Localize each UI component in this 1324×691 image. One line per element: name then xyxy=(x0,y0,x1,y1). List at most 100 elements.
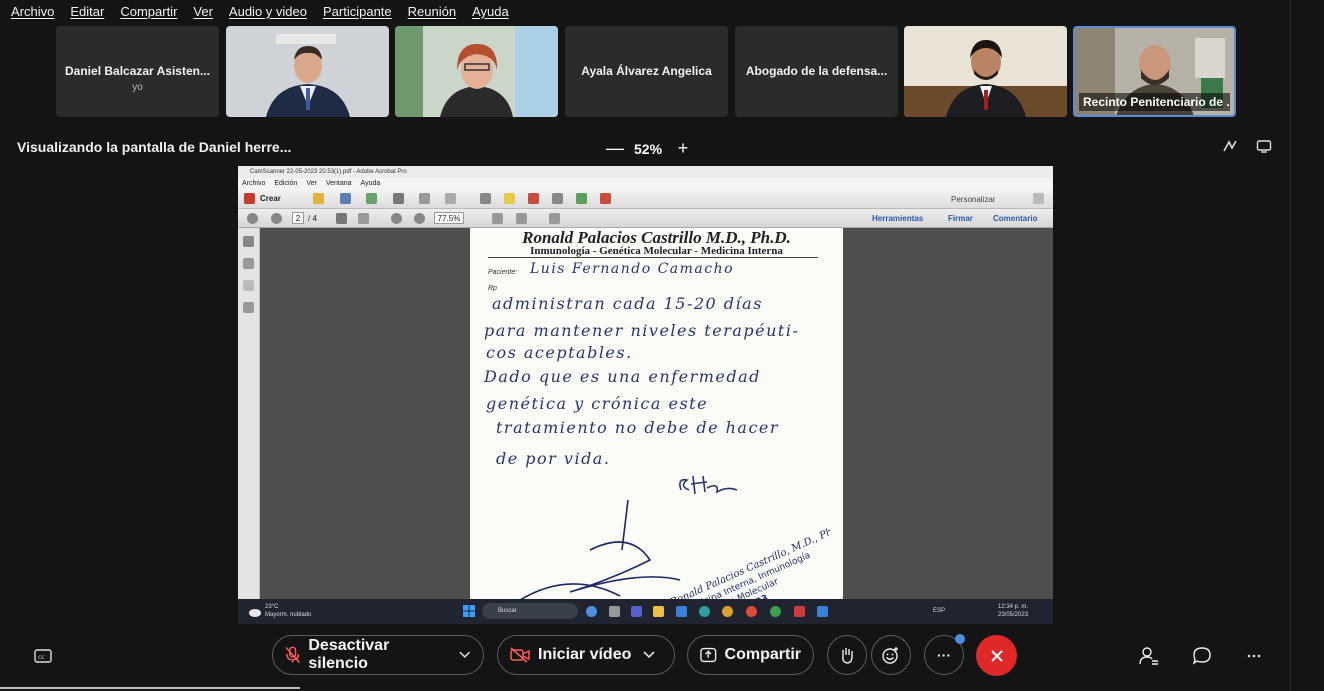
hand-tool-icon[interactable] xyxy=(358,213,369,224)
zoom-level-input[interactable]: 77.5% xyxy=(434,212,464,224)
menu-reunion[interactable]: Reunión xyxy=(408,4,456,19)
taskbar-app-icon[interactable] xyxy=(631,606,642,617)
menu-participante[interactable]: Participante xyxy=(323,4,392,19)
prescription-line: de por vida. xyxy=(496,449,611,468)
pages-panel-icon[interactable] xyxy=(243,236,254,247)
taskbar-app-icon[interactable] xyxy=(794,606,805,617)
taskbar-app-icon[interactable] xyxy=(770,606,781,617)
participant-tile-video[interactable] xyxy=(395,26,558,117)
taskbar-search-text: Buscar xyxy=(498,608,517,614)
menu-archivo[interactable]: Archivo xyxy=(11,4,54,19)
unmute-button[interactable]: Desactivar silencio xyxy=(272,635,484,675)
annotate-icon[interactable] xyxy=(1222,138,1238,154)
progress-indicator xyxy=(0,687,300,689)
participant-name: Ayala Álvarez Angelica xyxy=(581,64,712,78)
zoom-out-button[interactable]: — xyxy=(606,138,624,159)
sign-button[interactable]: Firmar xyxy=(948,214,973,223)
acrobat-menu-item[interactable]: Ver xyxy=(306,178,317,189)
upload-icon[interactable] xyxy=(366,193,377,204)
export-icon[interactable] xyxy=(576,193,587,204)
participant-name-label: Recinto Penitenciario de ... xyxy=(1079,93,1230,111)
participant-self-label: yo xyxy=(132,82,143,93)
chevron-down-icon[interactable] xyxy=(459,651,471,659)
shared-screen: CamScanner 22-05-2023 20.53(1).pdf - Ado… xyxy=(238,166,1053,624)
end-call-button[interactable] xyxy=(976,635,1017,676)
zoom-in-button[interactable]: + xyxy=(676,138,690,159)
overflow-menu-button[interactable] xyxy=(1243,645,1265,667)
attachments-panel-icon[interactable] xyxy=(243,280,254,291)
settings-icon[interactable] xyxy=(480,193,491,204)
more-options-button[interactable]: ··· xyxy=(924,634,965,675)
taskbar-app-icon[interactable] xyxy=(722,606,733,617)
taskbar-app-icon[interactable] xyxy=(746,606,757,617)
page-down-icon[interactable] xyxy=(271,213,282,224)
customize-button[interactable]: Personalizar xyxy=(951,195,995,204)
participant-tile-video[interactable] xyxy=(904,26,1067,117)
participant-tile-self[interactable]: Daniel Balcazar Asisten... yo xyxy=(56,26,219,117)
taskbar-app-icon[interactable] xyxy=(653,606,664,617)
fit-page-icon[interactable] xyxy=(492,213,503,224)
stamp-icon[interactable] xyxy=(552,193,563,204)
print-icon[interactable] xyxy=(393,193,404,204)
zoom-in-icon[interactable] xyxy=(414,213,425,224)
menu-ayuda[interactable]: Ayuda xyxy=(472,4,509,19)
taskbar-search[interactable]: Buscar xyxy=(482,603,578,619)
acrobat-menu-item[interactable]: Archivo xyxy=(242,178,265,189)
participant-tile[interactable]: Ayala Álvarez Angelica xyxy=(565,26,728,117)
taskbar-app-icon[interactable] xyxy=(609,606,620,617)
page-number-input[interactable]: 2 xyxy=(292,212,304,224)
share-button[interactable]: Compartir xyxy=(687,635,814,675)
tools-button[interactable]: Herramientas xyxy=(872,214,923,223)
participants-button[interactable] xyxy=(1138,645,1160,667)
open-icon[interactable] xyxy=(313,193,324,204)
participant-video xyxy=(395,26,558,117)
raise-hand-button[interactable] xyxy=(827,635,867,675)
taskbar-app-icon[interactable] xyxy=(676,606,687,617)
save-icon[interactable] xyxy=(340,193,351,204)
create-button[interactable]: Crear xyxy=(260,194,281,203)
comment-button[interactable]: Comentario xyxy=(993,214,1037,223)
chevron-down-icon[interactable] xyxy=(643,651,655,659)
share-title: Visualizando la pantalla de Daniel herre… xyxy=(17,139,292,155)
zoom-out-icon[interactable] xyxy=(391,213,402,224)
expand-icon[interactable] xyxy=(1033,193,1044,204)
sign-icon[interactable] xyxy=(528,193,539,204)
fit-width-icon[interactable] xyxy=(516,213,527,224)
acrobat-menu-item[interactable]: Ventana xyxy=(326,178,352,189)
captions-button[interactable]: cc xyxy=(32,645,54,667)
menu-editar[interactable]: Editar xyxy=(70,4,104,19)
menu-audio-video[interactable]: Audio y video xyxy=(229,4,307,19)
bookmarks-panel-icon[interactable] xyxy=(243,258,254,269)
participant-tile-active-speaker[interactable]: Recinto Penitenciario de ... xyxy=(1073,26,1236,117)
document-page[interactable]: Ronald Palacios Castrillo M.D., Ph.D. In… xyxy=(470,228,843,599)
secure-icon[interactable] xyxy=(600,193,611,204)
acrobat-toolbar: Crear Personalizar xyxy=(238,189,1053,209)
view-options-icon[interactable] xyxy=(1256,138,1272,154)
zoom-level: 52% xyxy=(634,140,663,157)
doctor-specialty: Inmunología - Genética Molecular - Medic… xyxy=(530,245,783,257)
page-up-icon[interactable] xyxy=(247,213,258,224)
reactions-button[interactable] xyxy=(871,635,911,675)
acrobat-menu-item[interactable]: Ayuda xyxy=(361,178,381,189)
chat-button[interactable] xyxy=(1191,645,1213,667)
read-mode-icon[interactable] xyxy=(549,213,560,224)
participant-tile[interactable]: Abogado de la defensa... xyxy=(735,26,898,117)
windows-start-icon[interactable] xyxy=(463,605,475,617)
edit-icon[interactable] xyxy=(419,193,430,204)
muted-mic-icon xyxy=(285,646,300,664)
taskbar-app-icon[interactable] xyxy=(699,606,710,617)
mail-icon[interactable] xyxy=(445,193,456,204)
acrobat-menu-item[interactable]: Edición xyxy=(274,178,297,189)
start-video-button[interactable]: Iniciar vídeo xyxy=(497,635,675,675)
participant-tile-video[interactable] xyxy=(226,26,389,117)
signatures-panel-icon[interactable] xyxy=(243,302,254,313)
taskbar-app-icon[interactable] xyxy=(586,606,597,617)
prescription-line: cos aceptables. xyxy=(486,343,633,362)
input-language[interactable]: ESP xyxy=(933,608,945,614)
select-tool-icon[interactable] xyxy=(336,213,347,224)
menu-ver[interactable]: Ver xyxy=(193,4,213,19)
menu-compartir[interactable]: Compartir xyxy=(120,4,177,19)
acrobat-navigation-toolbar: 2 / 4 77.5% Herramientas Firmar Comentar… xyxy=(238,209,1053,228)
taskbar-app-icon[interactable] xyxy=(817,606,828,617)
comment-icon[interactable] xyxy=(504,193,515,204)
